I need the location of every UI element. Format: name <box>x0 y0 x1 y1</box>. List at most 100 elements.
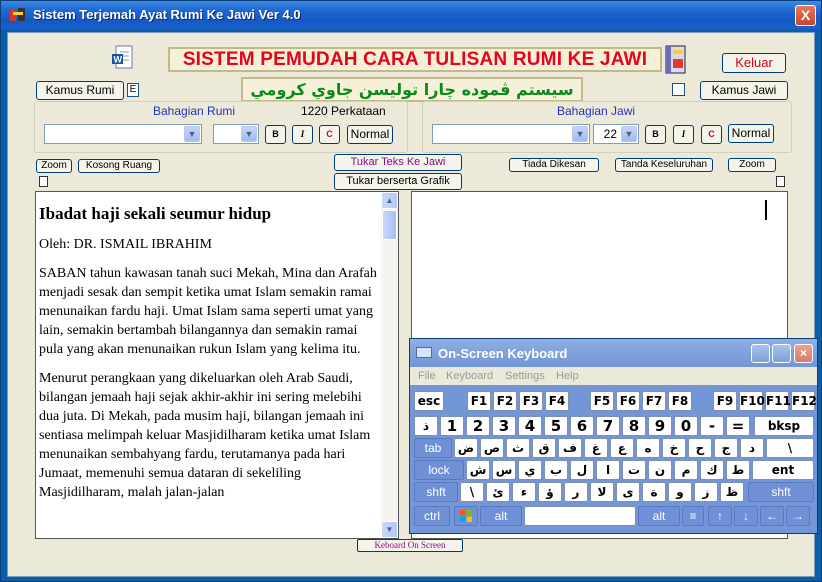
key[interactable]: = <box>726 416 750 436</box>
key[interactable]: alt <box>638 506 680 526</box>
word-document-icon[interactable]: W <box>112 45 134 71</box>
key[interactable]: F11 <box>765 391 791 411</box>
key[interactable]: ا <box>596 460 620 480</box>
key[interactable]: م <box>674 460 698 480</box>
key[interactable]: F9 <box>713 391 737 411</box>
kamus-jawi-checkbox[interactable] <box>672 83 685 96</box>
key[interactable]: F4 <box>545 391 569 411</box>
rumi-size-select[interactable]: ▼ <box>213 124 259 144</box>
key[interactable]: ↓ <box>734 506 758 526</box>
menu-keyboard[interactable]: Keyboard <box>446 370 493 382</box>
key[interactable]: ش <box>466 460 490 480</box>
key[interactable]: ctrl <box>414 506 450 526</box>
key[interactable]: ث <box>506 438 530 458</box>
key[interactable]: س <box>492 460 516 480</box>
key[interactable]: 0 <box>674 416 698 436</box>
jawi-size-select[interactable]: 22 ▼ <box>593 124 639 144</box>
key[interactable]: F3 <box>519 391 543 411</box>
chevron-down-icon[interactable]: ▼ <box>184 126 200 142</box>
key[interactable]: ب <box>544 460 568 480</box>
zoom-left-button[interactable]: Zoom <box>36 159 72 173</box>
kosong-ruang-button[interactable]: Kosong Ruang <box>78 159 160 173</box>
key[interactable]: F6 <box>616 391 640 411</box>
key[interactable]: ق <box>532 438 556 458</box>
zoom-right-button[interactable]: Zoom <box>728 158 776 172</box>
key[interactable]: alt <box>480 506 522 526</box>
key[interactable]: ↑ <box>708 506 732 526</box>
key[interactable]: shft <box>748 482 814 502</box>
kamus-rumi-checkbox[interactable]: E <box>127 83 139 97</box>
scroll-thumb[interactable] <box>382 210 397 240</box>
key[interactable]: ز <box>694 482 718 502</box>
tukar-teks-button[interactable]: Tukar Teks Ke Jawi <box>334 154 462 171</box>
key[interactable]: ذ <box>414 416 438 436</box>
key[interactable]: ط <box>726 460 750 480</box>
key[interactable]: 9 <box>648 416 672 436</box>
chevron-down-icon[interactable]: ▼ <box>572 126 588 142</box>
key[interactable]: ة <box>642 482 666 502</box>
key[interactable]: ن <box>648 460 672 480</box>
menu-key-icon[interactable]: ≡ <box>682 506 704 526</box>
keyboard-on-screen-button[interactable]: Keboard On Screen <box>357 539 463 552</box>
key[interactable]: د <box>740 438 764 458</box>
key[interactable]: \ <box>766 438 814 458</box>
key[interactable]: F10 <box>739 391 765 411</box>
rumi-font-select[interactable]: ▼ <box>44 124 202 144</box>
jawi-font-select[interactable]: ▼ <box>432 124 590 144</box>
rumi-text-pane[interactable]: Ibadat haji sekali seumur hidup Oleh: DR… <box>35 191 399 539</box>
key[interactable]: esc <box>414 391 444 411</box>
key[interactable]: ؤ <box>538 482 562 502</box>
close-button[interactable]: X <box>795 5 816 26</box>
key[interactable]: 2 <box>466 416 490 436</box>
key[interactable]: ف <box>558 438 582 458</box>
key[interactable]: ئ <box>486 482 510 502</box>
osk-close-button[interactable]: × <box>794 344 813 363</box>
key[interactable]: ء <box>512 482 536 502</box>
jawi-normal-button[interactable]: Normal <box>728 124 774 143</box>
key[interactable]: ه <box>636 438 660 458</box>
key[interactable]: - <box>700 416 724 436</box>
key[interactable]: غ <box>584 438 608 458</box>
key[interactable]: \ <box>460 482 484 502</box>
menu-help[interactable]: Help <box>556 370 579 382</box>
title-bar[interactable]: Sistem Terjemah Ayat Rumi Ke Jawi Ver 4.… <box>1 1 821 29</box>
space-key[interactable] <box>524 506 636 526</box>
keluar-button[interactable]: Keluar <box>722 53 786 73</box>
jawi-bold-button[interactable]: B <box>645 125 666 144</box>
osk-title-bar[interactable]: On-Screen Keyboard × <box>410 339 817 367</box>
maximize-button[interactable] <box>772 344 791 363</box>
key[interactable]: ent <box>752 460 814 480</box>
key[interactable]: ل <box>570 460 594 480</box>
key[interactable]: ظ <box>720 482 744 502</box>
dictionary-book-icon[interactable] <box>664 45 688 75</box>
vertical-scrollbar[interactable]: ▲ ▼ <box>381 192 398 538</box>
rumi-article[interactable]: Ibadat haji sekali seumur hidup Oleh: DR… <box>39 204 383 512</box>
key[interactable]: 4 <box>518 416 542 436</box>
rumi-normal-button[interactable]: Normal <box>347 125 393 144</box>
key[interactable]: ض <box>454 438 478 458</box>
scroll-down-icon[interactable]: ▼ <box>381 521 398 538</box>
key[interactable]: ج <box>714 438 738 458</box>
key[interactable]: ر <box>564 482 588 502</box>
jawi-color-button[interactable]: C <box>701 125 722 144</box>
key[interactable]: tab <box>414 438 452 458</box>
key[interactable]: F1 <box>467 391 491 411</box>
key[interactable]: 8 <box>622 416 646 436</box>
key[interactable]: ت <box>622 460 646 480</box>
kamus-rumi-button[interactable]: Kamus Rumi <box>36 81 124 100</box>
key[interactable]: F12 <box>791 391 817 411</box>
rumi-italic-button[interactable]: I <box>292 125 313 144</box>
key[interactable]: shft <box>414 482 458 502</box>
key[interactable]: → <box>786 506 810 526</box>
key[interactable]: ← <box>760 506 784 526</box>
key[interactable]: و <box>668 482 692 502</box>
key[interactable]: lock <box>414 460 464 480</box>
key[interactable]: 1 <box>440 416 464 436</box>
key[interactable]: ي <box>518 460 542 480</box>
tanda-keseluruhan-button[interactable]: Tanda Keseluruhan <box>615 158 713 172</box>
rumi-bold-button[interactable]: B <box>265 125 286 144</box>
key[interactable]: لا <box>590 482 614 502</box>
jawi-italic-button[interactable]: I <box>673 125 694 144</box>
menu-settings[interactable]: Settings <box>505 370 545 382</box>
key[interactable]: F8 <box>668 391 692 411</box>
